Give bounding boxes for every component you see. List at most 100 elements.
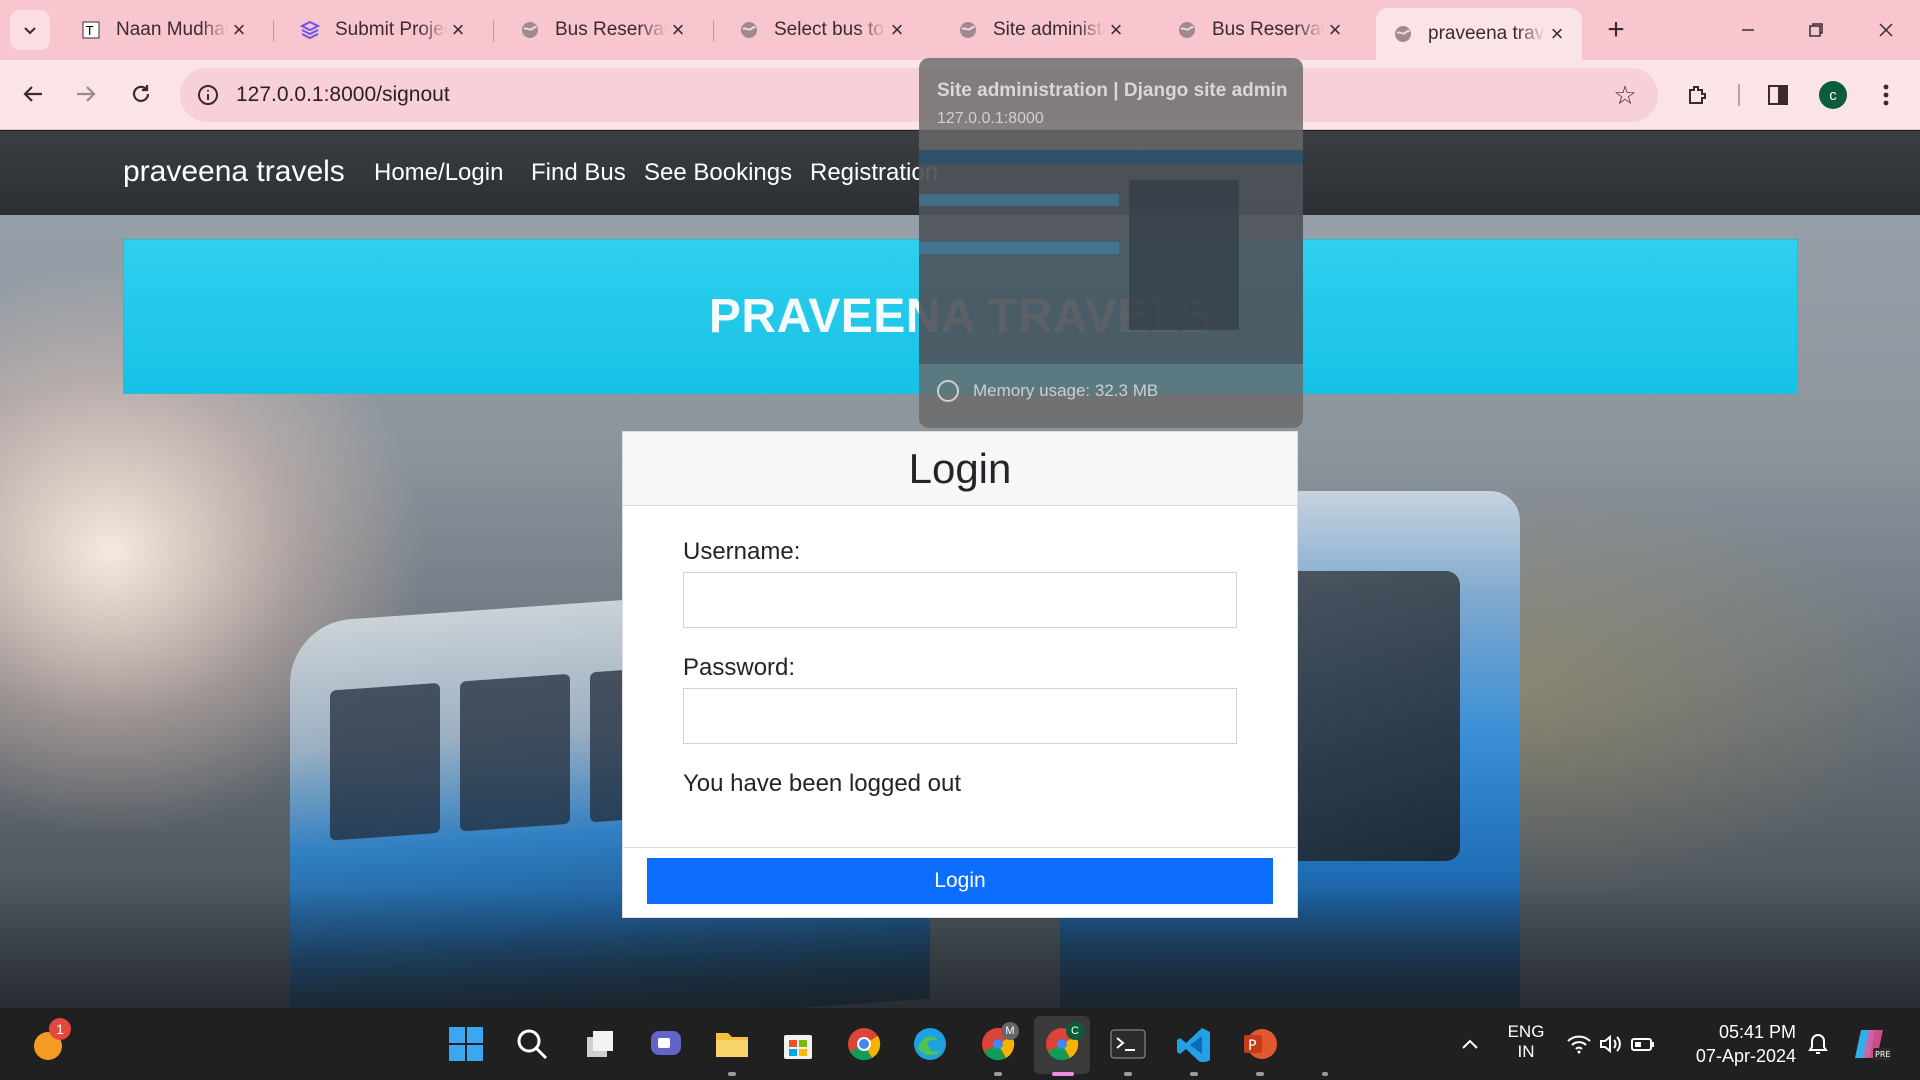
tab-title: Bus Reservation — [555, 19, 667, 40]
globe-icon — [738, 19, 760, 41]
start-button[interactable] — [444, 1022, 488, 1066]
login-button[interactable]: Login — [647, 858, 1273, 904]
close-icon[interactable]: × — [886, 17, 908, 42]
browser-menu-button[interactable] — [1866, 75, 1906, 115]
tab-title: Select bus to confirm — [774, 19, 886, 40]
close-icon[interactable]: × — [667, 17, 689, 42]
login-title: Login — [908, 444, 1012, 492]
tab-title: Naan Mudhalvan — [116, 19, 228, 40]
puzzle-icon — [1689, 86, 1706, 104]
back-button[interactable] — [13, 74, 53, 114]
browser-tab-3[interactable]: Bus Reservation × — [503, 8, 703, 52]
preview-title: Site administration | Django site admin — [937, 80, 1288, 101]
edge-button[interactable] — [908, 1022, 952, 1066]
close-icon[interactable]: × — [1105, 17, 1127, 42]
globe-icon — [1392, 23, 1414, 45]
tab-title: Bus Reservation — [1212, 19, 1324, 40]
url-text[interactable]: 127.0.0.1:8000/signout — [236, 83, 450, 107]
search-button[interactable] — [510, 1022, 554, 1066]
running-indicator — [994, 1072, 1002, 1076]
svg-text:T: T — [85, 24, 94, 38]
show-hidden-icons-button[interactable] — [1448, 1022, 1492, 1066]
clock-date: 07-Apr-2024 — [1695, 1046, 1796, 1066]
password-input[interactable] — [683, 688, 1237, 744]
chrome-button[interactable] — [842, 1022, 886, 1066]
profile-badge-c: C — [1066, 1022, 1084, 1040]
tab-title: praveena travels — [1428, 23, 1546, 44]
close-icon[interactable]: × — [447, 17, 469, 42]
reload-button[interactable] — [121, 74, 161, 114]
notifications-button[interactable] — [1796, 1022, 1840, 1066]
nav-home-login[interactable]: Home/Login — [374, 159, 503, 187]
close-window-button[interactable] — [1856, 8, 1916, 52]
teams-chat-button[interactable] — [644, 1022, 688, 1066]
browser-tab-2[interactable]: Submit Project × — [283, 8, 483, 52]
browser-tab-1[interactable]: T Naan Mudhalvan × — [64, 8, 264, 52]
powerpoint-button[interactable]: P — [1238, 1022, 1282, 1066]
vscode-button[interactable] — [1172, 1022, 1216, 1066]
browser-tab-active[interactable]: praveena travels × — [1376, 8, 1582, 60]
browser-tab-5[interactable]: Site administration × — [941, 8, 1141, 52]
site-brand[interactable]: praveena travels — [123, 155, 345, 189]
globe-icon — [519, 19, 541, 41]
windows-taskbar: 1 M C P ENG IN 05:41 PM 07-Apr-2024 PRE — [0, 1008, 1920, 1080]
restore-icon — [1809, 23, 1823, 37]
preview-memory: Memory usage: 32.3 MB — [937, 380, 1158, 402]
close-icon[interactable]: × — [228, 17, 250, 42]
task-view-icon — [587, 1031, 613, 1057]
side-panel-button[interactable] — [1758, 75, 1798, 115]
extensions-button[interactable] — [1678, 75, 1718, 115]
close-icon[interactable]: × — [1324, 17, 1346, 42]
wifi-icon — [1567, 1035, 1591, 1054]
volume-icon — [1600, 1034, 1621, 1054]
minimize-button[interactable] — [1718, 8, 1778, 52]
tab-separator — [273, 20, 274, 42]
copilot-button[interactable]: PRE — [1850, 1022, 1894, 1066]
tab-hover-preview: Site administration | Django site admin … — [919, 58, 1303, 428]
notification-badge: 1 — [49, 1018, 71, 1040]
password-label: Password: — [683, 654, 796, 681]
quick-settings-button[interactable] — [1566, 1022, 1656, 1066]
terminal-button[interactable] — [1106, 1022, 1150, 1066]
tab-search-button[interactable] — [10, 10, 50, 50]
store-button[interactable] — [776, 1022, 820, 1066]
toolbar-divider — [1738, 84, 1740, 106]
restore-button[interactable] — [1786, 8, 1846, 52]
browser-tab-6[interactable]: Bus Reservation × — [1160, 8, 1360, 52]
tab-separator — [493, 20, 494, 42]
browser-tab-4[interactable]: Select bus to confirm × — [722, 8, 922, 52]
running-indicator — [1124, 1072, 1132, 1076]
system-clock[interactable]: 05:41 PM 07-Apr-2024 — [1696, 1020, 1796, 1068]
nav-see-bookings[interactable]: See Bookings — [644, 159, 792, 187]
windows-logo-icon — [449, 1027, 483, 1061]
memory-usage-text: Memory usage: 32.3 MB — [973, 381, 1159, 400]
search-icon — [517, 1029, 548, 1060]
running-indicator — [1322, 1072, 1328, 1076]
close-icon[interactable]: × — [1546, 21, 1568, 46]
forward-arrow-icon — [77, 86, 96, 102]
tab-strip: T Naan Mudhalvan × Submit Project × Bus … — [0, 0, 1920, 60]
username-input[interactable] — [683, 572, 1237, 628]
gauge-icon — [937, 380, 959, 402]
bell-icon — [1808, 1034, 1828, 1054]
close-icon — [1879, 23, 1893, 37]
input-language[interactable]: ENG IN — [1496, 1022, 1556, 1062]
file-explorer-button[interactable] — [710, 1022, 754, 1066]
tab-separator — [713, 20, 714, 42]
nav-find-bus[interactable]: Find Bus — [531, 159, 626, 187]
bookmark-star-icon[interactable]: ☆ — [1612, 80, 1638, 110]
minimize-icon — [1742, 29, 1754, 31]
folder-icon — [716, 1033, 748, 1057]
tab-title: Submit Project — [335, 19, 447, 40]
site-info-icon[interactable] — [194, 81, 222, 109]
new-tab-button[interactable]: + — [1598, 12, 1634, 48]
profile-badge-m: M — [1001, 1022, 1019, 1040]
naan-mudhalvan-favicon: T — [80, 19, 102, 41]
running-indicator — [1190, 1072, 1198, 1076]
profile-avatar[interactable]: c — [1819, 81, 1847, 109]
forward-button[interactable] — [66, 74, 106, 114]
terminal-icon — [1110, 1029, 1146, 1059]
reload-icon — [132, 85, 150, 102]
task-view-button[interactable] — [578, 1022, 622, 1066]
running-indicator — [1256, 1072, 1264, 1076]
